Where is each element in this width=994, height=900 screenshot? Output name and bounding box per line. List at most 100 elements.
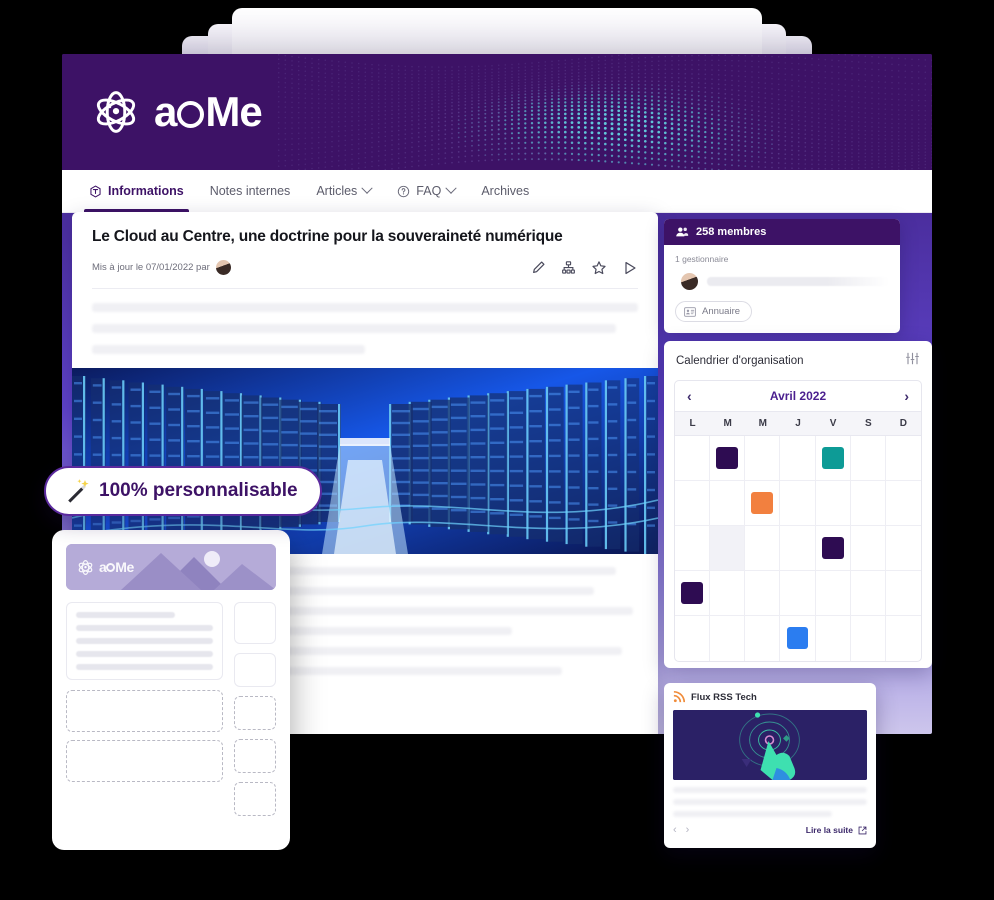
calendar-cell[interactable] (850, 571, 886, 616)
divider (92, 288, 638, 289)
calendar-cell[interactable] (851, 616, 886, 661)
calendar-cell[interactable] (745, 481, 781, 526)
manager-row[interactable] (675, 272, 889, 291)
skeleton-line (673, 811, 833, 817)
calendar-cell[interactable] (780, 481, 816, 526)
calendar-cell[interactable] (675, 616, 711, 661)
edit-icon[interactable] (531, 260, 546, 275)
calendar-cell[interactable] (780, 436, 816, 481)
id-card-icon (684, 306, 696, 317)
calendar-cell[interactable] (710, 436, 746, 481)
nav-item-informations[interactable]: Informations (76, 170, 197, 212)
calendar-cell[interactable] (780, 571, 816, 616)
send-icon[interactable] (622, 260, 638, 276)
template-dropzone[interactable] (66, 690, 223, 732)
sliders-icon[interactable] (905, 351, 920, 371)
calendar-cell[interactable] (675, 526, 711, 571)
calendar-cell[interactable] (675, 481, 711, 526)
members-count: 258 membres (696, 226, 767, 238)
rss-prev-button[interactable]: ‹ (673, 824, 677, 836)
prev-month-button[interactable]: ‹ (687, 389, 692, 403)
skeleton-line (76, 651, 213, 657)
calendar-cell[interactable] (850, 481, 886, 526)
template-logo-text: a Me (99, 559, 134, 575)
calendar-cell[interactable] (815, 436, 851, 481)
nav-item-faq[interactable]: FAQ (384, 170, 468, 212)
calendar-event[interactable] (716, 446, 739, 469)
rss-read-more-link[interactable]: Lire la suite (806, 825, 867, 835)
calendar-cell[interactable] (850, 436, 886, 481)
calendar-event[interactable] (681, 581, 703, 604)
template-logo: a Me (66, 559, 134, 576)
calendar-cell[interactable] (885, 481, 921, 526)
next-month-button[interactable]: › (904, 389, 909, 403)
skeleton-line (92, 324, 617, 333)
brand-name: a Me (154, 88, 263, 135)
calendar-cell[interactable] (885, 526, 921, 571)
manager-avatar (680, 272, 699, 291)
calendar-cell[interactable] (745, 571, 781, 616)
rss-next-button[interactable]: › (686, 824, 690, 836)
directory-button-label: Annuaire (702, 306, 741, 317)
template-side-column (234, 602, 276, 816)
template-dropzone[interactable] (234, 696, 276, 730)
calendar-day-header: M (758, 418, 768, 429)
calendar-cell[interactable] (675, 571, 711, 616)
calendar-cell[interactable] (710, 616, 746, 661)
calendar-cell[interactable] (710, 526, 746, 571)
calendar-cell[interactable] (886, 616, 921, 661)
calendar-cell[interactable] (816, 616, 851, 661)
users-icon (676, 227, 689, 237)
external-link-icon (858, 826, 867, 834)
article-image (72, 368, 658, 554)
calendar-cell[interactable] (815, 571, 851, 616)
chevron-down-icon (445, 182, 457, 194)
calendar-cell[interactable] (745, 436, 781, 481)
calendar-cell[interactable] (745, 616, 781, 661)
calendar-cell[interactable] (815, 481, 851, 526)
calendar-day-header: S (864, 418, 872, 429)
template-widget-slot[interactable] (234, 602, 276, 644)
calendar-nav: ‹ Avril 2022 › (675, 381, 921, 411)
nav-item-archives[interactable]: Archives (468, 170, 542, 212)
calendar-day-header: D (899, 418, 908, 429)
members-card-body: 1 gestionnaire Annuaire (664, 245, 900, 333)
nav-item-articles[interactable]: Articles (303, 170, 384, 212)
calendar-cell[interactable] (710, 481, 746, 526)
template-dropzone[interactable] (234, 782, 276, 816)
ghost-window-front (232, 8, 762, 56)
calendar-event[interactable] (751, 491, 774, 514)
calendar-event[interactable] (821, 446, 844, 469)
calendar-cell[interactable] (885, 571, 921, 616)
calendar-event[interactable] (786, 626, 809, 650)
customizable-badge-label: 100% personnalisable (99, 480, 298, 501)
brand-logo[interactable]: a Me (62, 54, 274, 170)
calendar-day-headers: LMMJVSD (675, 411, 921, 436)
calendar-title: Calendrier d'organisation (676, 355, 804, 367)
calendar-cell[interactable] (850, 526, 886, 571)
calendar-cell[interactable] (710, 571, 746, 616)
screenshot-stage: a Me Informations Notes internes Articles (0, 0, 994, 900)
skeleton-line (76, 612, 175, 618)
calendar-cell[interactable] (780, 616, 816, 661)
rss-footer: ‹ › Lire la suite (673, 824, 867, 836)
nav-label: Archives (481, 184, 530, 198)
calendar-cell[interactable] (745, 526, 781, 571)
calendar-cell[interactable] (815, 526, 851, 571)
template-dropzone[interactable] (66, 740, 223, 782)
article-updated-label: Mis à jour le 07/01/2022 par (92, 262, 210, 273)
atom-icon (78, 559, 93, 575)
directory-button[interactable]: Annuaire (675, 301, 753, 322)
template-dropzone[interactable] (234, 739, 276, 773)
template-widget-slot[interactable] (234, 653, 276, 687)
calendar-cell[interactable] (885, 436, 921, 481)
star-icon[interactable] (591, 260, 607, 276)
calendar-cell[interactable] (780, 526, 816, 571)
calendar-event[interactable] (821, 536, 844, 559)
calendar-cell[interactable] (675, 436, 711, 481)
template-text-block[interactable] (66, 602, 223, 680)
skeleton-line (707, 277, 889, 286)
org-chart-icon[interactable] (561, 260, 576, 275)
rss-thumbnail[interactable] (673, 710, 867, 780)
nav-item-notes-internes[interactable]: Notes internes (197, 170, 304, 212)
